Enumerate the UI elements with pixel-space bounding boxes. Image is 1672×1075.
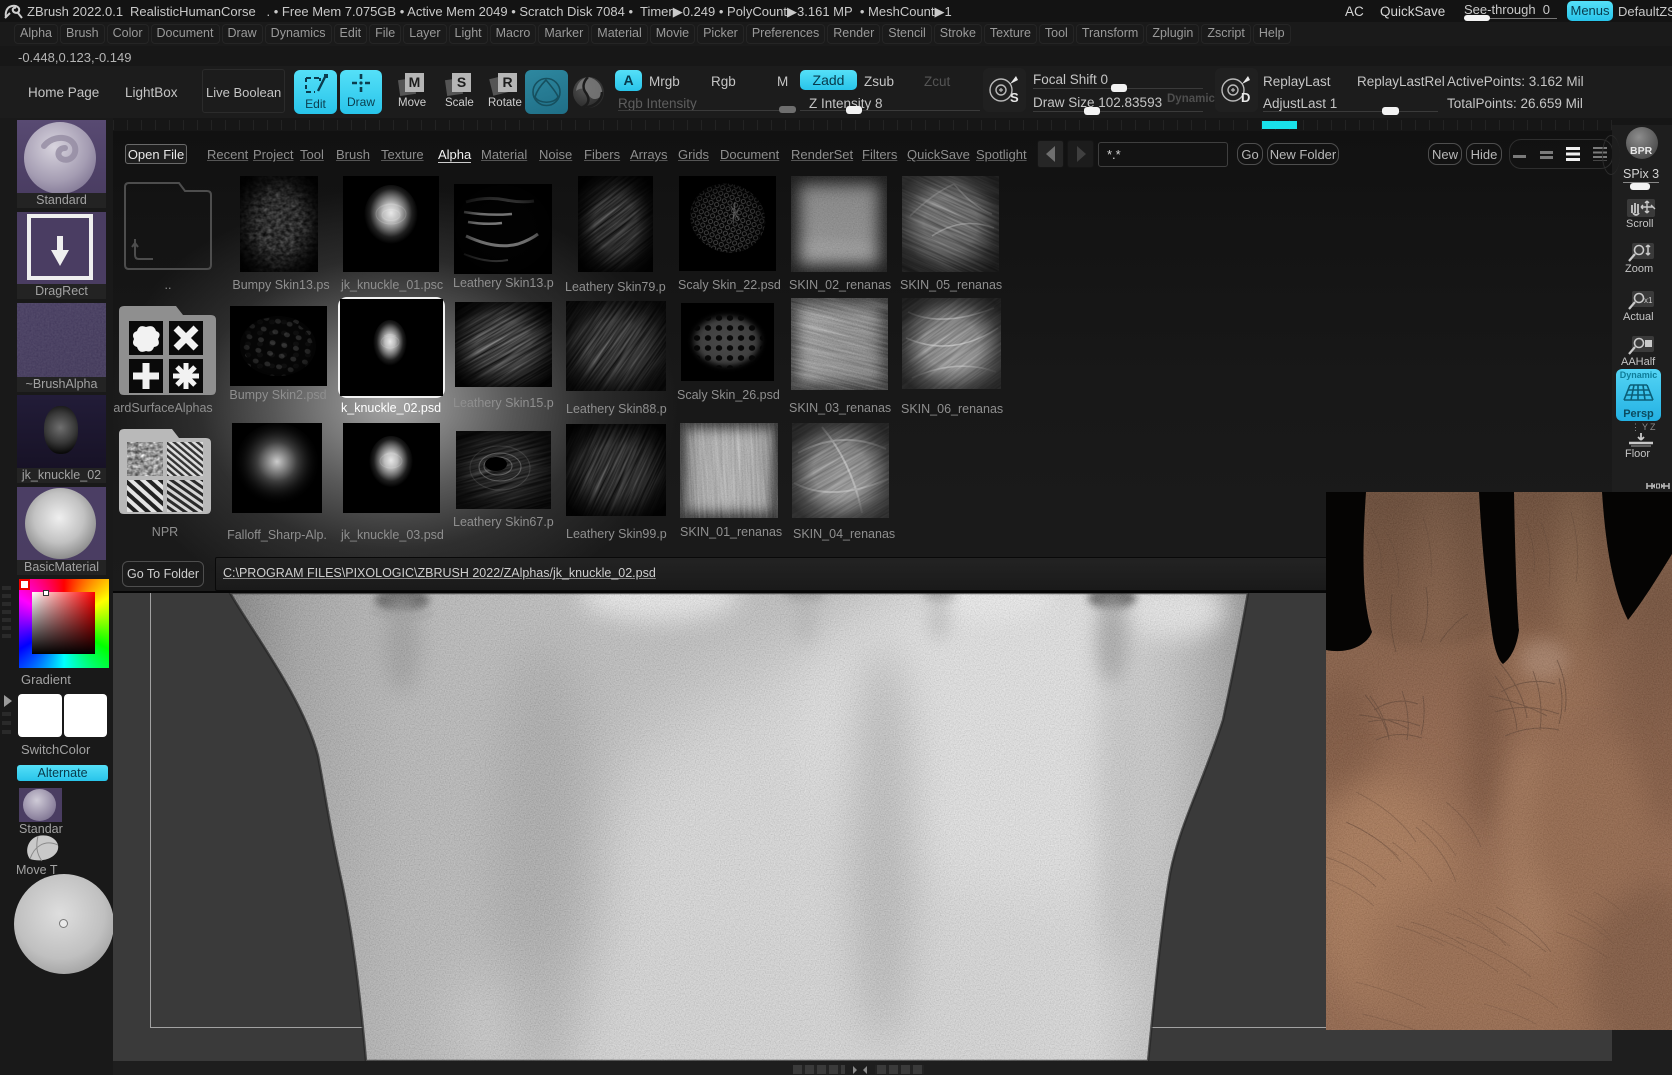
svg-text:x1: x1 — [1644, 296, 1653, 305]
svg-text:D: D — [1241, 90, 1250, 105]
svg-text:S: S — [1010, 90, 1019, 105]
